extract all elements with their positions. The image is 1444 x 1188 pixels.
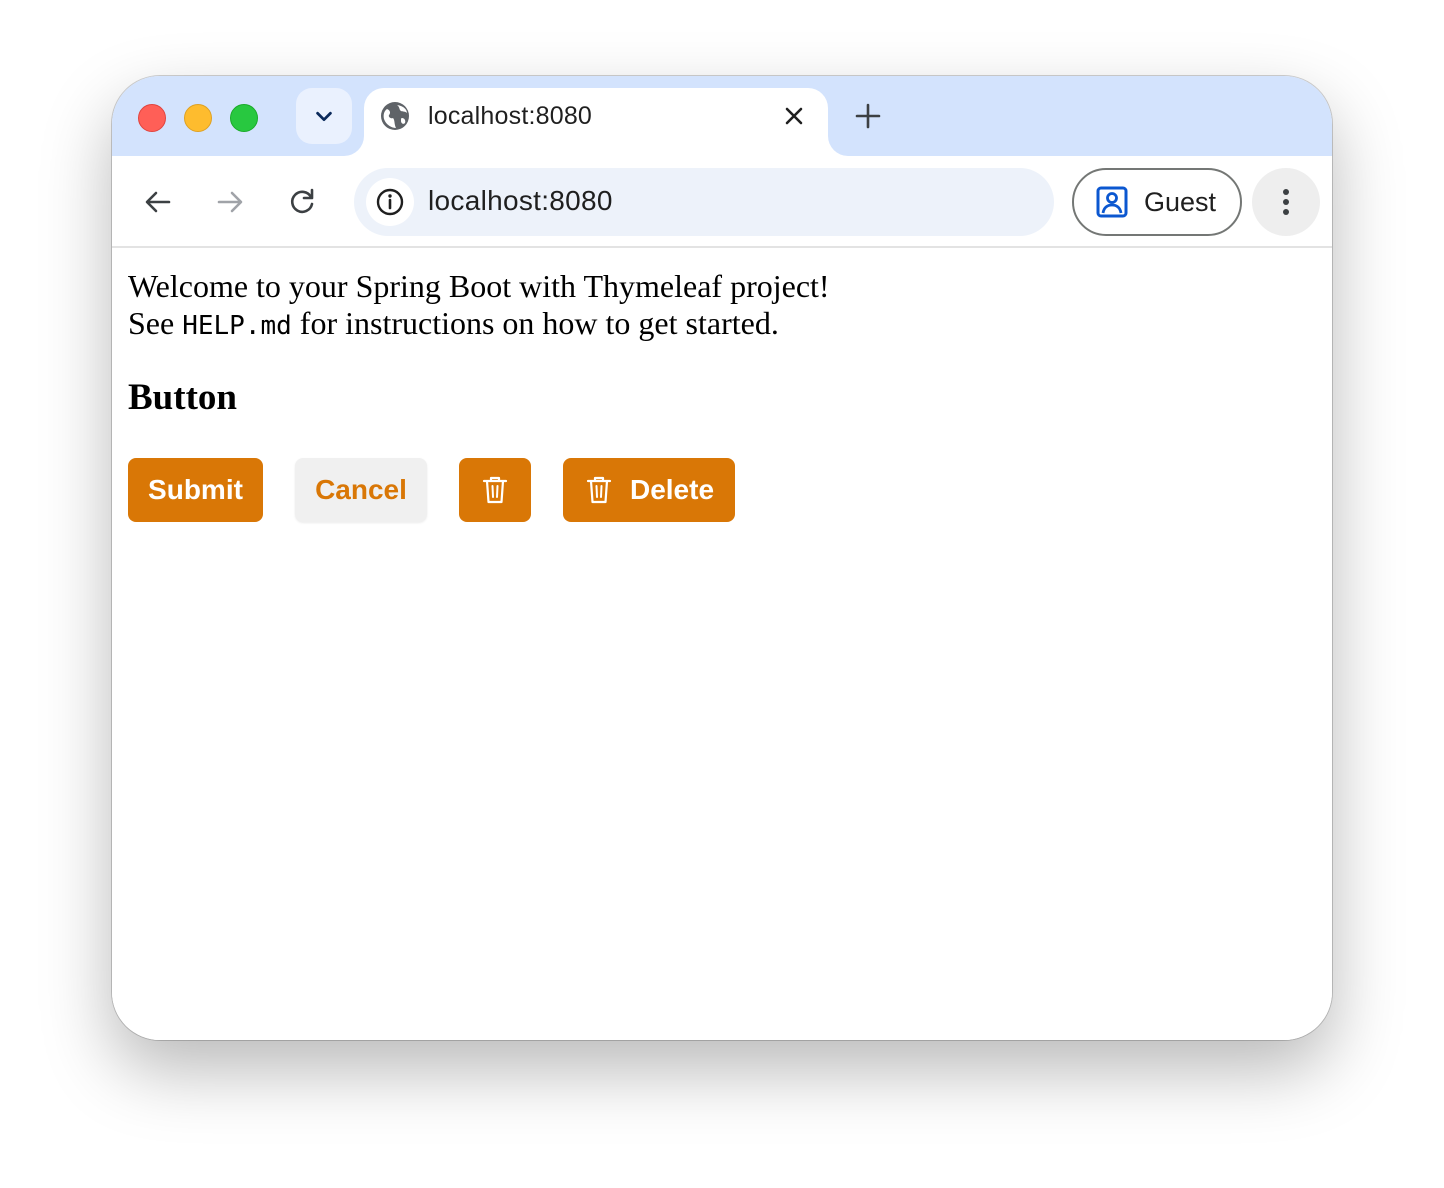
kebab-menu-icon <box>1283 189 1289 215</box>
button-row: Submit Cancel Delete <box>128 458 735 522</box>
new-tab-button[interactable] <box>850 98 886 134</box>
help-md-code: HELP.md <box>182 311 292 341</box>
delete-button[interactable]: Delete <box>563 458 735 522</box>
welcome-line-1: Welcome to your Spring Boot with Thymele… <box>128 268 830 304</box>
globe-icon <box>381 102 409 130</box>
page-content: Welcome to your Spring Boot with Thymele… <box>112 248 1332 1040</box>
back-button[interactable] <box>138 182 178 222</box>
trash-button[interactable] <box>459 458 531 522</box>
trash-icon <box>586 476 612 504</box>
tab-title: localhost:8080 <box>428 102 593 130</box>
minimize-window-button[interactable] <box>184 104 212 132</box>
reload-icon <box>291 188 314 214</box>
forward-button[interactable] <box>210 182 250 222</box>
arrow-right-icon <box>217 191 243 213</box>
person-badge-icon <box>1096 186 1128 218</box>
welcome-text: Welcome to your Spring Boot with Thymele… <box>128 268 830 345</box>
plus-icon <box>855 103 881 129</box>
profile-button[interactable]: Guest <box>1072 168 1242 236</box>
browser-menu-button[interactable] <box>1252 168 1320 236</box>
browser-toolbar: localhost:8080 Guest <box>112 156 1332 248</box>
welcome-line-2-suffix: for instructions on how to get started. <box>291 305 779 341</box>
profile-label: Guest <box>1144 187 1217 217</box>
address-bar-url: localhost:8080 <box>428 185 613 216</box>
close-icon <box>785 107 803 125</box>
arrow-left-icon <box>145 191 171 213</box>
trash-icon <box>482 476 508 504</box>
browser-window: localhost:8080 localhost:8080 Guest Welc… <box>112 76 1332 1040</box>
welcome-line-2-prefix: See <box>128 305 183 341</box>
site-info-button[interactable] <box>366 178 414 226</box>
reload-button[interactable] <box>282 182 322 222</box>
submit-button[interactable]: Submit <box>128 458 263 522</box>
chevron-down-icon <box>316 111 332 122</box>
cancel-button[interactable]: Cancel <box>295 458 427 522</box>
close-window-button[interactable] <box>138 104 166 132</box>
address-bar[interactable]: localhost:8080 <box>354 168 1054 236</box>
section-heading: Button <box>128 377 237 418</box>
delete-button-label: Delete <box>629 474 715 505</box>
tab-close-button[interactable] <box>780 102 808 130</box>
info-icon <box>376 188 404 216</box>
tab-strip: localhost:8080 <box>112 76 1332 168</box>
maximize-window-button[interactable] <box>230 104 258 132</box>
